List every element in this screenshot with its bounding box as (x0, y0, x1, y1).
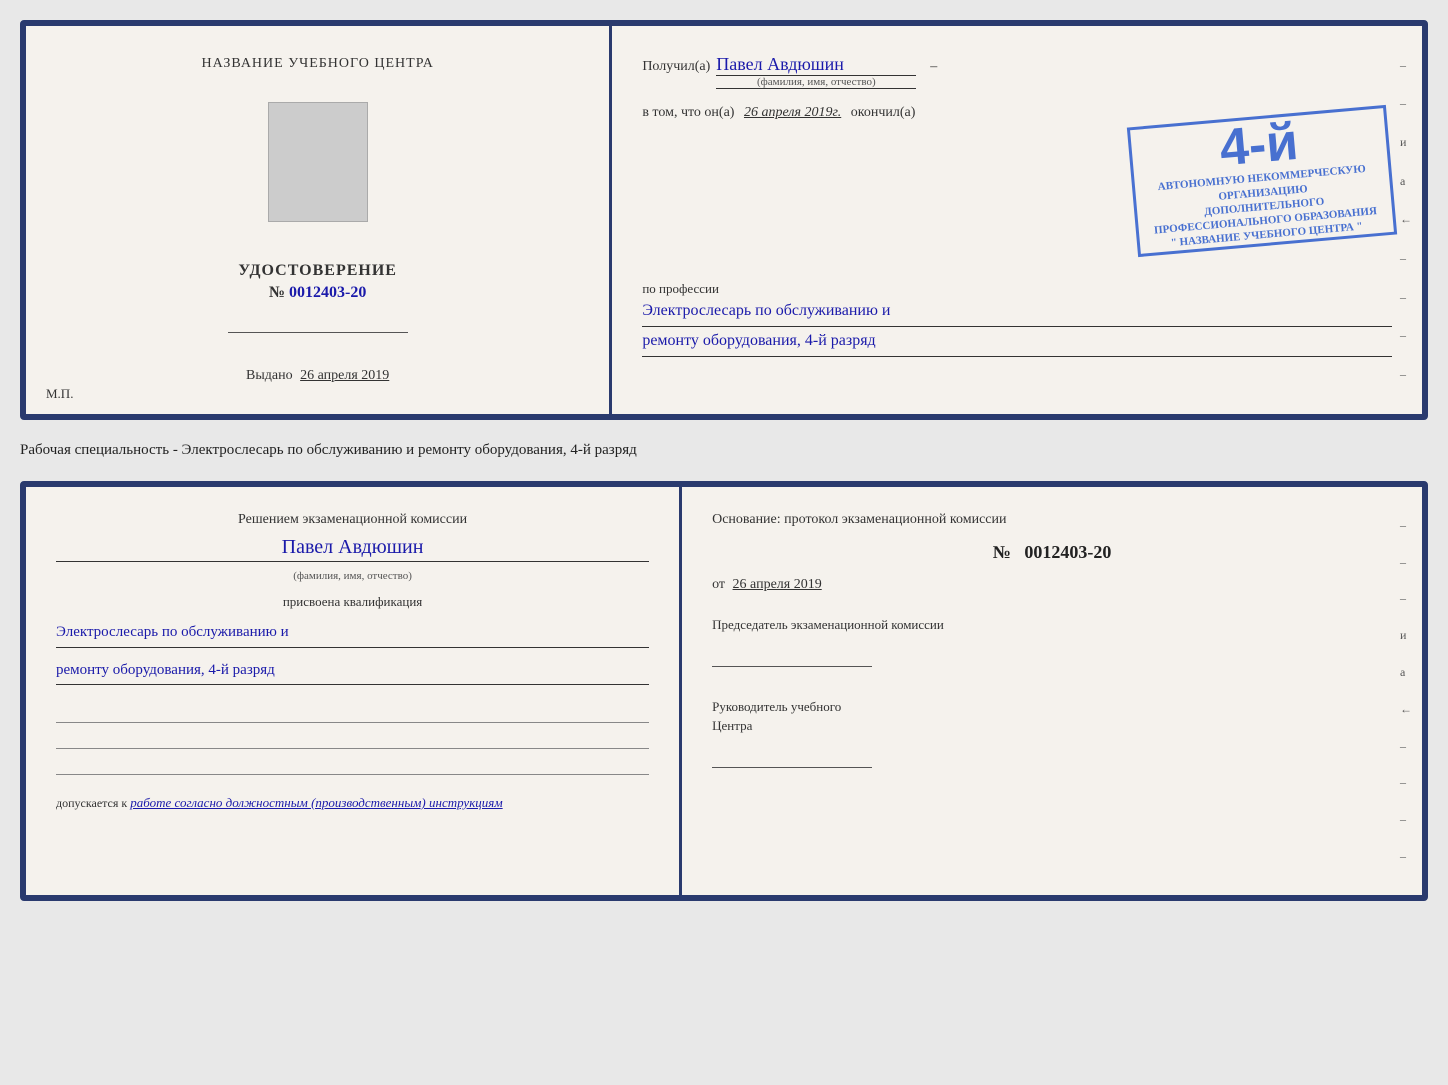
date-value: 26 апреля 2019 (733, 577, 822, 592)
page-wrapper: НАЗВАНИЕ УЧЕБНОГО ЦЕНТРА УДОСТОВЕРЕНИЕ №… (20, 20, 1428, 901)
sig-line-3 (56, 753, 649, 775)
decision-title: Решением экзаменационной комиссии (56, 512, 649, 528)
osnov-title: Основание: протокол экзаменационной коми… (712, 512, 1392, 528)
number-prefix: № (993, 542, 1011, 562)
qualification-line1: Электрослесарь по обслуживанию и (56, 618, 649, 648)
date-prefix: от (712, 577, 725, 592)
chairman-block: Председатель экзаменационной комиссии (712, 615, 1392, 667)
okonchil: окончил(а) (851, 105, 916, 120)
issued-date: 26 апреля 2019 (300, 368, 389, 383)
bottom-right-panel: Основание: протокол экзаменационной коми… (682, 487, 1422, 895)
osnov-date: от 26 апреля 2019 (712, 577, 1392, 593)
recipient-name-field: Павел Авдюшин (фамилия, имя, отчество) (716, 54, 916, 89)
head-block: Руководитель учебного Центра (712, 697, 1392, 768)
person-label: (фамилия, имя, отчество) (56, 570, 649, 582)
profession-value-line1: Электрослесарь по обслуживанию и (642, 297, 1392, 327)
dopusk-value: работе согласно должностным (производств… (130, 795, 502, 810)
recipient-field-label: (фамилия, имя, отчество) (716, 76, 916, 88)
bottom-left-panel: Решением экзаменационной комиссии Павел … (26, 487, 682, 895)
head-title-line2: Центра (712, 716, 1392, 736)
profession-block: по профессии Электрослесарь по обслужива… (642, 273, 1392, 357)
sig-line-1 (56, 701, 649, 723)
vtom-prefix: в том, что он(а) (642, 105, 734, 120)
top-right-panel: Получил(а) Павел Авдюшин (фамилия, имя, … (612, 26, 1422, 414)
top-left-panel: НАЗВАНИЕ УЧЕБНОГО ЦЕНТРА УДОСТОВЕРЕНИЕ №… (26, 26, 612, 414)
right-dashes-top: – – и а ← – – – – (1400, 26, 1412, 414)
chairman-sig-line (712, 647, 872, 667)
training-center-title: НАЗВАНИЕ УЧЕБНОГО ЦЕНТРА (201, 56, 433, 72)
osnov-number: № 0012403-20 (712, 542, 1392, 563)
top-document: НАЗВАНИЕ УЧЕБНОГО ЦЕНТРА УДОСТОВЕРЕНИЕ №… (20, 20, 1428, 420)
photo-placeholder (268, 102, 368, 222)
issued-label: Выдано (246, 368, 293, 383)
assigned-text: присвоена квалификация (56, 594, 649, 610)
profession-value-line2: ремонту оборудования, 4-й разряд (642, 327, 1392, 357)
head-title-line1: Руководитель учебного (712, 697, 1392, 717)
signature-lines (56, 701, 649, 779)
chairman-title: Председатель экзаменационной комиссии (712, 615, 1392, 635)
subtitle: Рабочая специальность - Электрослесарь п… (20, 438, 1428, 463)
stamp-grade: 4-й (1218, 116, 1300, 175)
recipient-name: Павел Авдюшин (716, 54, 844, 74)
decision-name: Павел Авдюшин (56, 536, 649, 562)
bottom-document: Решением экзаменационной комиссии Павел … (20, 481, 1428, 901)
cert-number: № 0012403-20 (269, 284, 366, 302)
qualification-line2: ремонту оборудования, 4-й разряд (56, 656, 649, 686)
number-value: 0012403-20 (1024, 542, 1111, 562)
sig-line-2 (56, 727, 649, 749)
right-dashes-bottom: – – – и а ← – – – – (1400, 487, 1412, 895)
issued-line: Выдано 26 апреля 2019 (246, 368, 389, 384)
cert-heading: УДОСТОВЕРЕНИЕ (238, 262, 397, 280)
cert-number-value: 0012403-20 (289, 284, 366, 301)
dopusk-prefix: допускается к (56, 796, 127, 810)
profession-label: по профессии (642, 281, 1392, 297)
mp-label: М.П. (46, 386, 73, 402)
recipient-line: Получил(а) Павел Авдюшин (фамилия, имя, … (642, 54, 1392, 89)
stamp-overlay: 4-й АВТОНОМНУЮ НЕКОММЕРЧЕСКУЮ ОРГАНИЗАЦИ… (1127, 105, 1397, 257)
dopusk-text: допускается к работе согласно должностны… (56, 795, 649, 811)
vtom-date: 26 апреля 2019г. (744, 105, 841, 120)
cert-number-prefix: № (269, 284, 285, 301)
head-sig-line (712, 748, 872, 768)
recipient-prefix: Получил(а) (642, 59, 710, 75)
